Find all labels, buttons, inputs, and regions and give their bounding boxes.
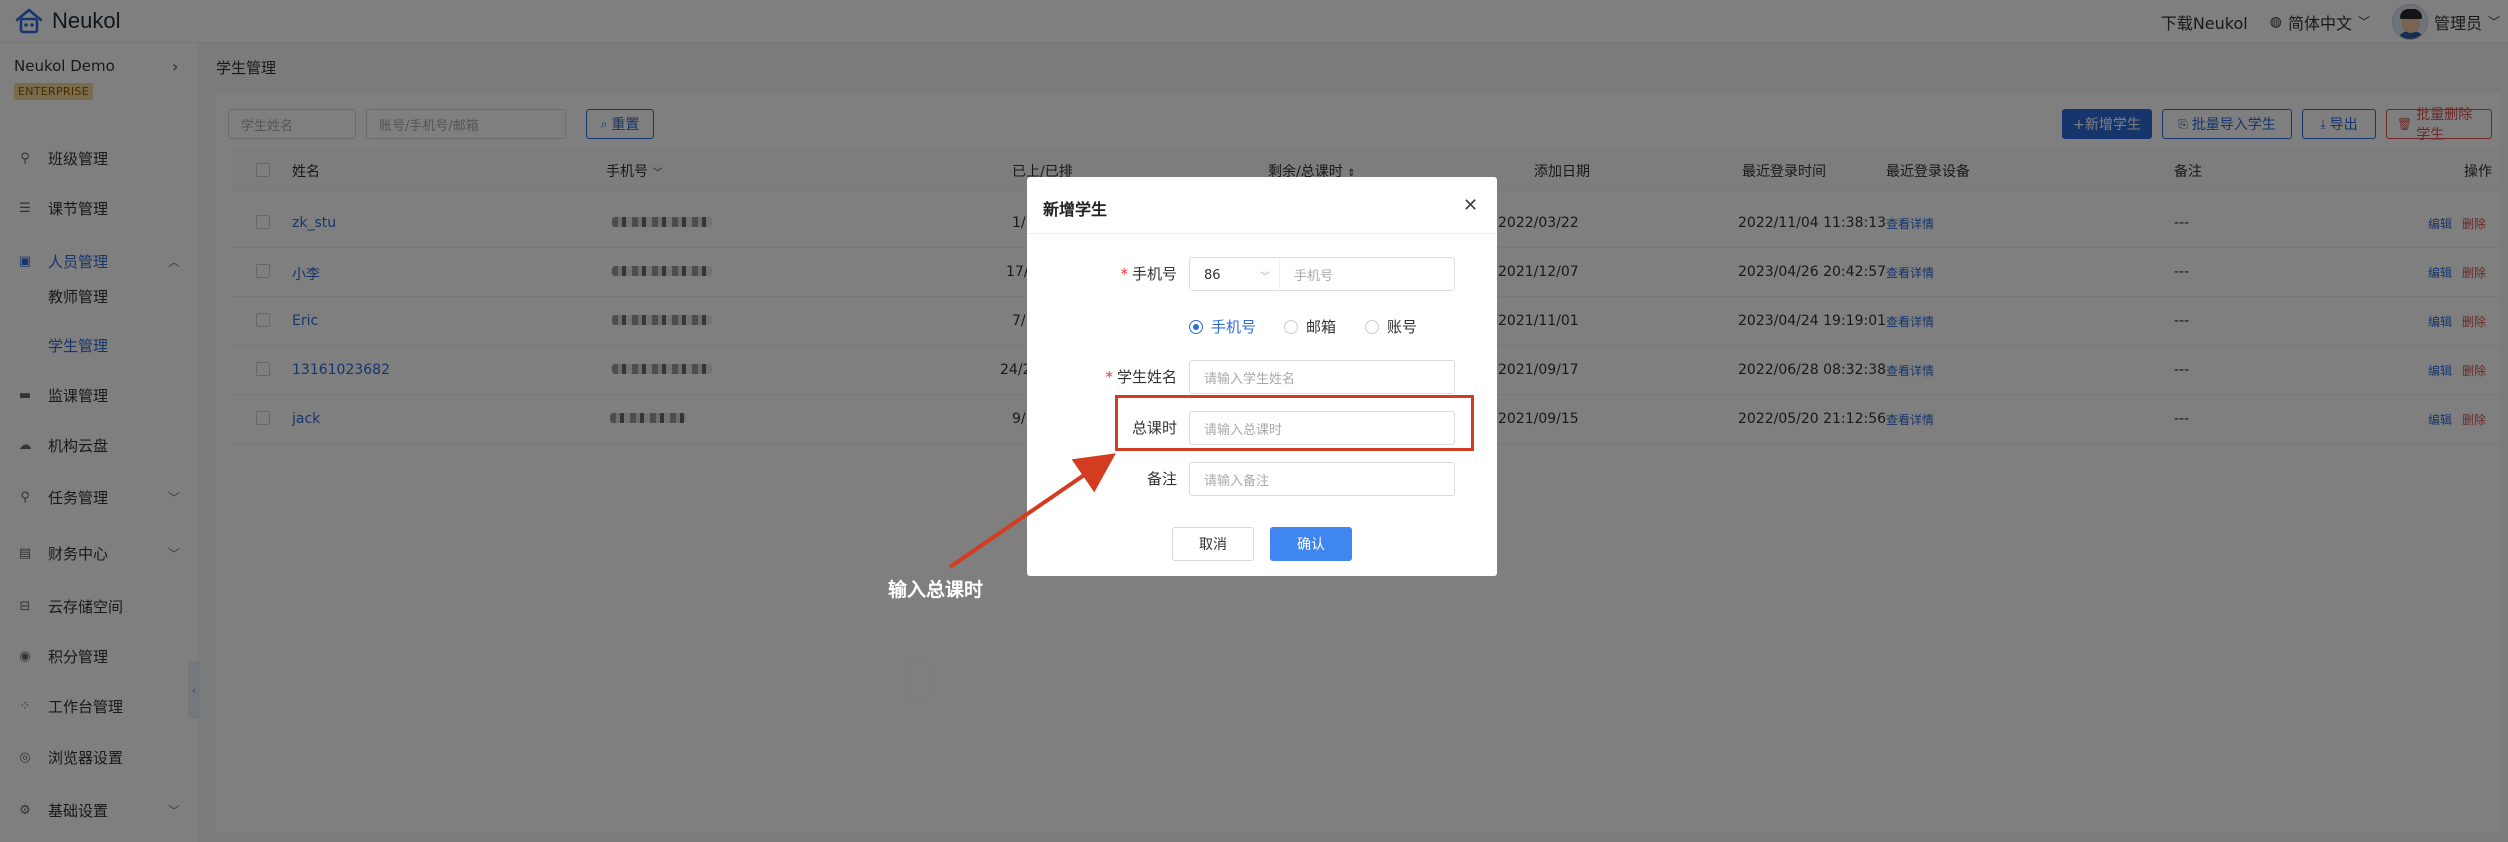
phone-input[interactable]: 手机号 (1294, 258, 1333, 290)
radio-dot (1365, 319, 1379, 334)
radio-dot (1284, 319, 1298, 334)
annotation-text: 输入总课时 (888, 579, 984, 601)
radio-email[interactable]: 邮箱 (1284, 316, 1336, 337)
student-name-label: * 学生姓名 (1105, 368, 1177, 386)
country-code-select[interactable]: 86 ﹀ (1190, 258, 1280, 292)
radio-dot (1189, 319, 1203, 334)
add-student-dialog: 新增学生 ✕ * 手机号 86 ﹀ 手机号 手机号 邮箱 账号 * 学生姓名 请输入… (1027, 177, 1497, 576)
radio-label: 账号 (1387, 318, 1418, 336)
highlight-box (1115, 395, 1474, 451)
phone-field-group: 86 ﹀ 手机号 (1189, 257, 1455, 292)
student-name-input[interactable]: 请输入学生姓名 (1189, 360, 1455, 394)
dialog-title: 新增学生 (1043, 200, 1108, 219)
phone-label: * 手机号 (1120, 265, 1177, 283)
country-code-value: 86 (1204, 267, 1221, 283)
cursor-icon (909, 662, 929, 698)
radio-account[interactable]: 账号 (1365, 316, 1417, 337)
close-icon[interactable]: ✕ (1463, 195, 1478, 216)
chevron-down-icon: ﹀ (1260, 271, 1270, 283)
note-input[interactable]: 请输入备注 (1189, 462, 1455, 496)
dialog-divider (1027, 233, 1497, 234)
radio-label: 邮箱 (1306, 318, 1337, 336)
cancel-button[interactable]: 取消 (1172, 527, 1254, 561)
confirm-button[interactable]: 确认 (1270, 527, 1352, 561)
note-label: 备注 (1146, 470, 1177, 488)
radio-phone[interactable]: 手机号 (1189, 316, 1256, 337)
radio-label: 手机号 (1211, 318, 1257, 336)
